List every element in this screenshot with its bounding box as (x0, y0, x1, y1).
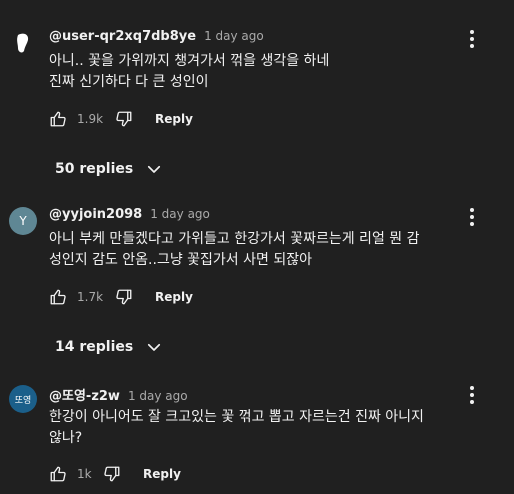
author-name[interactable]: @또영-z2w (49, 385, 120, 404)
author-name[interactable]: @yyjoin2098 (49, 207, 142, 222)
comment-actions: 1k Reply (49, 463, 181, 485)
chevron-down-icon (148, 343, 161, 351)
more-actions-icon[interactable] (464, 207, 480, 227)
comment-actions: 1.9k Reply (49, 108, 193, 130)
white-blob-icon (17, 33, 29, 53)
thumbs-down-icon[interactable] (115, 288, 133, 306)
chevron-down-icon (148, 165, 161, 173)
replies-count: 14 replies (55, 339, 134, 355)
thumbs-up-icon[interactable] (49, 465, 67, 483)
comment-text: 아니 부케 만들겠다고 가위들고 한강가서 꽃짜르는게 리얼 뭔 감 성인지 감… (49, 231, 420, 268)
like-count: 1k (77, 467, 92, 481)
reply-button[interactable]: Reply (143, 467, 181, 481)
thumbs-down-icon[interactable] (103, 465, 121, 483)
like-count: 1.7k (77, 290, 104, 304)
comment-header: @또영-z2w 1 day ago (49, 385, 188, 404)
comment-actions: 1.7k Reply (49, 286, 193, 308)
avatar[interactable] (9, 29, 37, 57)
comment-header: @yyjoin2098 1 day ago (49, 207, 210, 223)
avatar-letter: Y (19, 214, 27, 228)
thumbs-up-icon[interactable] (49, 288, 67, 306)
reply-button[interactable]: Reply (155, 290, 193, 304)
avatar[interactable]: 또영 (9, 385, 37, 413)
thumbs-up-icon[interactable] (49, 110, 67, 128)
timestamp[interactable]: 1 day ago (128, 389, 188, 403)
comment-text: 한강이 아니어도 잘 크고있는 꽃 꺾고 뽑고 자르는건 진짜 아니지 않나? (49, 409, 424, 446)
author-name[interactable]: @user-qr2xq7db8ye (49, 29, 196, 44)
thumbs-down-icon[interactable] (115, 110, 133, 128)
avatar[interactable]: Y (9, 207, 37, 235)
comment-header: @user-qr2xq7db8ye 1 day ago (49, 29, 264, 45)
view-replies-button[interactable]: 50 replies (55, 158, 163, 180)
like-count: 1.9k (77, 112, 104, 126)
timestamp[interactable]: 1 day ago (150, 207, 210, 221)
comment-text: 아니.. 꽃을 가위까지 챙겨가서 꺾을 생각을 하네 진짜 신기하다 다 큰 … (49, 53, 330, 90)
replies-count: 50 replies (55, 161, 134, 177)
more-actions-icon[interactable] (464, 385, 480, 405)
timestamp[interactable]: 1 day ago (204, 29, 264, 43)
reply-button[interactable]: Reply (155, 112, 193, 126)
avatar-text: 또영 (14, 395, 32, 406)
view-replies-button[interactable]: 14 replies (55, 336, 163, 358)
more-actions-icon[interactable] (464, 29, 480, 49)
